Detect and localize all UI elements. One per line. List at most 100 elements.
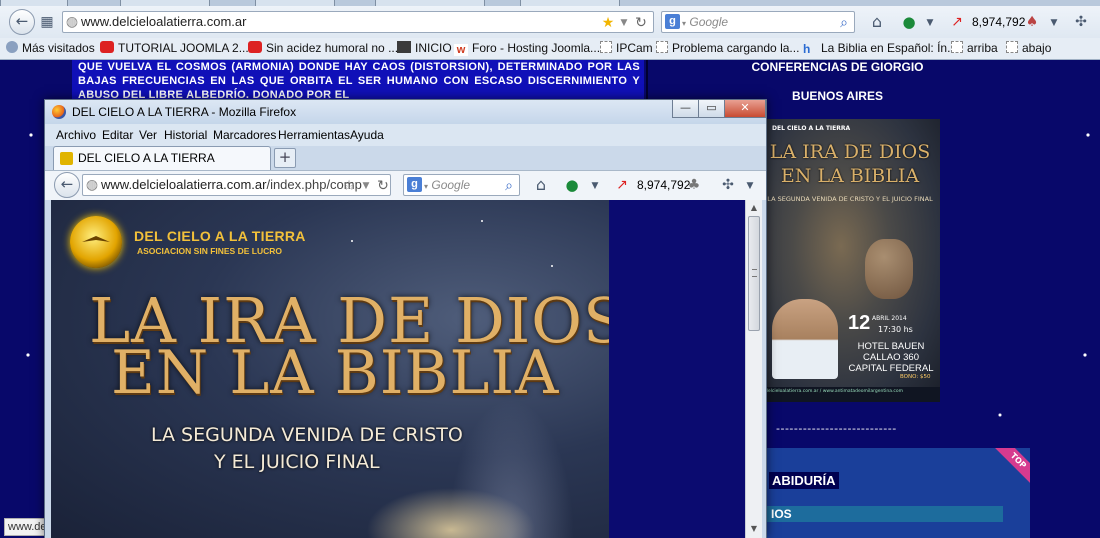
poster-speaker-photo	[772, 299, 838, 379]
bookmark-mas-visitados[interactable]: Más visitados	[6, 41, 95, 55]
bookmark-sin-acidez[interactable]: Sin acidez humoral no ...	[248, 41, 398, 55]
window-titlebar[interactable]: DEL CIELO A LA TIERRA - Mozilla Firefox …	[45, 100, 766, 124]
close-button[interactable]: ✕	[724, 100, 766, 118]
chevron-down-icon[interactable]: ▼	[745, 178, 755, 194]
youtube-icon	[248, 41, 262, 53]
maximize-button[interactable]: ▭	[698, 100, 725, 118]
site-favicon-icon	[60, 152, 73, 165]
background-article-text: QUE VUELVA EL COSMOS (ARMONIA) DONDE HAY…	[78, 61, 640, 101]
outer-url-bar[interactable]: ◍ www.delcieloalatierra.com.ar	[62, 11, 654, 33]
bookmark-star-icon[interactable]: ☆	[342, 178, 356, 194]
menu-editar[interactable]: Editar	[102, 128, 133, 142]
grid-icon[interactable]: ▦	[40, 14, 54, 30]
back-button[interactable]: ←	[54, 172, 80, 198]
bookmark-biblia-espanol[interactable]: h La Biblia en Español: Ín...	[803, 41, 957, 55]
menu-historial[interactable]: Historial	[164, 128, 207, 142]
poster-venue: HOTEL BAUEN CALLAO 360 CAPITAL FEDERAL	[848, 341, 934, 374]
search-placeholder: Google	[431, 178, 471, 192]
poster-subtitle: LA SEGUNDA VENIDA DE CRISTO Y EL JUICIO …	[767, 195, 933, 203]
chevron-down-icon[interactable]: ▼	[619, 15, 629, 31]
poster-bono: BONO: $50	[900, 374, 931, 380]
chevron-down-icon[interactable]: ▼	[590, 178, 600, 194]
search-icon[interactable]: ⌕	[837, 15, 851, 31]
tab-bar: DEL CIELO A LA TIERRA +	[45, 146, 766, 170]
minimize-button[interactable]: —	[672, 100, 699, 118]
site-logo-name: DEL CIELO A LA TIERRA	[134, 228, 306, 244]
reload-icon[interactable]: ↻	[376, 178, 390, 194]
poster-month: ABRIL 2014	[872, 315, 907, 322]
outer-nav-bar: ← ▦ ◍ www.delcieloalatierra.com.ar ★ ▼ ↻ …	[0, 6, 1100, 38]
bookmark-arriba[interactable]: arriba	[951, 41, 998, 55]
visit-counter: 8,974,792	[637, 178, 691, 192]
bookmarks-bar: Más visitados TUTORIAL JOOMLA 2.... Sin …	[0, 38, 1100, 60]
outer-search-bar[interactable]: g ▾ Google	[661, 11, 855, 33]
stats-graph-icon: ↗	[616, 177, 628, 193]
poster-title-1: LA IRA DE DIOS	[769, 141, 931, 163]
outer-url-text: www.delcieloalatierra.com.ar	[81, 14, 247, 29]
firefox-icon	[52, 105, 66, 119]
firefox-window: DEL CIELO A LA TIERRA - Mozilla Firefox …	[44, 99, 767, 538]
menu-ayuda[interactable]: Ayuda	[350, 128, 384, 142]
addon-icon[interactable]: ♠	[1025, 14, 1039, 30]
youtube-icon	[100, 41, 114, 53]
top-ribbon[interactable]: TOP	[988, 448, 1030, 491]
menu-archivo[interactable]: Archivo	[56, 128, 96, 142]
bookmark-ipcam[interactable]: IPCam	[600, 41, 653, 55]
chevron-down-icon[interactable]: ▼	[1049, 15, 1059, 31]
tab-del-cielo[interactable]: DEL CIELO A LA TIERRA	[53, 146, 271, 170]
hero-banner[interactable]: DEL CIELO A LA TIERRA ASOCIACION SIN FIN…	[51, 200, 609, 538]
bookmark-star-icon[interactable]: ★	[601, 15, 615, 31]
wisdom-menu-item[interactable]: IOS	[765, 506, 1003, 522]
visit-counter: 8,974,792	[972, 15, 1026, 29]
bookmark-inicio[interactable]: INICIO	[397, 41, 452, 55]
folder-icon	[1006, 41, 1018, 53]
home-icon[interactable]: ⌂	[868, 14, 886, 30]
w-icon: w	[454, 44, 468, 56]
globe-icon: ◍	[65, 13, 79, 29]
menu-herramientas[interactable]: Herramientas	[278, 128, 350, 142]
reload-icon[interactable]: ↻	[634, 15, 648, 31]
folder-icon	[951, 41, 963, 53]
menu-ver[interactable]: Ver	[139, 128, 157, 142]
addon-bug-icon[interactable]: ✣	[1072, 14, 1090, 30]
scroll-down-arrow-icon[interactable]: ▼	[746, 521, 762, 537]
poster-footer: delcieloalatierra.com.ar / www.antimatad…	[760, 387, 940, 402]
addon-icon[interactable]: ♣	[687, 177, 701, 193]
google-icon: g	[665, 14, 680, 29]
google-icon: g	[407, 177, 422, 192]
gear-icon	[6, 41, 18, 53]
home-icon[interactable]: ⌂	[532, 177, 550, 193]
poster-logo: DEL CIELO A LA TIERRA	[772, 125, 851, 132]
site-logo-icon	[70, 216, 122, 268]
chevron-down-icon[interactable]: ▼	[925, 15, 935, 31]
menu-marcadores[interactable]: Marcadores	[213, 128, 276, 142]
scroll-up-arrow-icon[interactable]: ▲	[746, 200, 762, 216]
vertical-scrollbar[interactable]: ▲ ▼	[745, 200, 762, 538]
addon-bug-icon[interactable]: ✣	[720, 177, 736, 193]
new-tab-button[interactable]: +	[274, 148, 296, 168]
url-domain: www.delcieloalatierra.com.ar	[101, 177, 267, 192]
conference-poster[interactable]: DEL CIELO A LA TIERRA LA IRA DE DIOS EN …	[760, 119, 940, 402]
outer-back-button[interactable]: ←	[9, 9, 35, 35]
poster-day: 12	[848, 312, 871, 334]
tab-label: DEL CIELO A LA TIERRA	[78, 151, 215, 165]
outer-search-placeholder: Google	[689, 15, 729, 29]
bookmark-problema-cargando[interactable]: Problema cargando la...	[656, 41, 799, 55]
page-content: DEL CIELO A LA TIERRA ASOCIACION SIN FIN…	[51, 200, 745, 538]
folder-icon	[600, 41, 612, 53]
hero-subtitle-line-2: Y EL JUICIO FINAL	[214, 451, 380, 473]
bookmark-tutorial-joomla[interactable]: TUTORIAL JOOMLA 2....	[100, 41, 252, 55]
hero-title-line-2: EN LA BIBLIA	[111, 338, 560, 408]
window-title: DEL CIELO A LA TIERRA - Mozilla Firefox	[72, 105, 297, 119]
bookmark-abajo[interactable]: abajo	[1006, 41, 1051, 55]
chevron-down-icon[interactable]: ▼	[361, 178, 371, 194]
search-icon[interactable]: ⌕	[502, 178, 516, 194]
globe-addon-icon[interactable]: ●	[900, 14, 918, 30]
bookmark-foro-hosting[interactable]: w Foro - Hosting Joomla...	[454, 41, 600, 56]
conferences-title: CONFERENCIAS DE GIORGIO	[751, 60, 924, 74]
hero-subtitle-line-1: LA SEGUNDA VENIDA DE CRISTO	[151, 424, 463, 446]
wisdom-heading: ABIDURÍA	[769, 472, 839, 489]
scroll-thumb[interactable]	[748, 216, 760, 331]
globe-addon-icon[interactable]: ●	[563, 177, 581, 193]
globe-icon: ◍	[85, 176, 99, 192]
